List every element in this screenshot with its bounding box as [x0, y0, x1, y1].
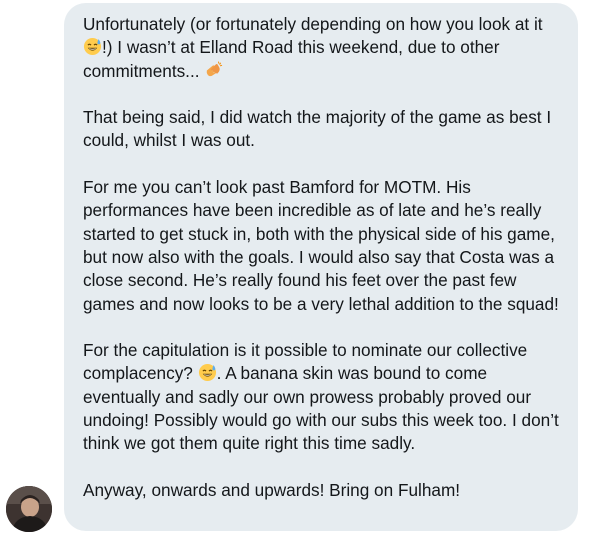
message-paragraph-3: For me you can’t look past Bamford for M…	[83, 177, 559, 314]
message-paragraph-5: Anyway, onwards and upwards! Bring on Fu…	[83, 479, 461, 500]
clapping-hands-emoji-icon	[207, 61, 223, 76]
message-text: Unfortunately (or fortunately depending …	[83, 14, 543, 34]
message-paragraph-2: That being said, I did watch the majorit…	[83, 107, 552, 151]
message-bubble: Unfortunately (or fortunately depending …	[64, 3, 578, 531]
sweat-smile-emoji-icon	[198, 364, 216, 382]
message-paragraph-4: For the capitulation is it possible to n…	[83, 339, 564, 455]
message-paragraph-1: Unfortunately (or fortunately depending …	[83, 13, 564, 83]
avatar-image	[6, 486, 52, 532]
sweat-smile-emoji-icon	[83, 38, 102, 56]
message-text: !) I wasn’t at Elland Road this weekend,…	[83, 37, 500, 81]
avatar[interactable]	[6, 486, 52, 532]
